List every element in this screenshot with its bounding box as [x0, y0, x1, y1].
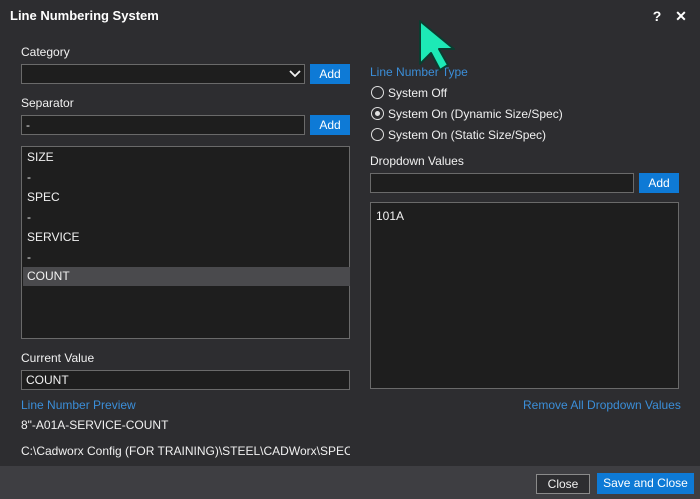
category-select[interactable]: [21, 64, 305, 84]
radio-system-off[interactable]: [371, 86, 384, 99]
mouse-cursor-icon: [419, 20, 455, 71]
radio-system-on-static[interactable]: [371, 128, 384, 141]
config-path-text: C:\Cadworx Config (FOR TRAINING)\STEEL\C…: [21, 444, 350, 458]
radio-system-on-dynamic[interactable]: [371, 107, 384, 120]
current-value-input[interactable]: COUNT: [21, 370, 350, 390]
category-label: Category: [21, 45, 70, 59]
line-number-preview-value: 8"-A01A-SERVICE-COUNT: [21, 418, 169, 432]
list-item[interactable]: -: [23, 208, 350, 227]
dropdown-value-input[interactable]: [370, 173, 634, 193]
remove-all-dropdown-values-link[interactable]: Remove All Dropdown Values: [523, 398, 681, 412]
list-item[interactable]: 101A: [372, 207, 677, 226]
list-item[interactable]: -: [23, 168, 350, 187]
dropdown-add-button[interactable]: Add: [639, 173, 679, 193]
list-item[interactable]: SPEC: [23, 188, 350, 207]
separator-label: Separator: [21, 96, 74, 110]
sequence-list[interactable]: SIZE - SPEC - SERVICE - COUNT: [21, 146, 350, 339]
category-add-button[interactable]: Add: [310, 64, 350, 84]
chevron-down-icon: [289, 70, 301, 78]
close-icon[interactable]: ✕: [671, 6, 691, 26]
dropdown-values-label: Dropdown Values: [370, 154, 464, 168]
radio-system-on-dynamic-label[interactable]: System On (Dynamic Size/Spec): [388, 107, 563, 121]
separator-add-button[interactable]: Add: [310, 115, 350, 135]
list-item-selected[interactable]: COUNT: [23, 267, 350, 286]
footer-bar: [0, 466, 700, 499]
window-title: Line Numbering System: [10, 8, 159, 23]
save-and-close-button[interactable]: Save and Close: [597, 473, 694, 494]
line-number-preview-label: Line Number Preview: [21, 398, 136, 412]
list-item[interactable]: SERVICE: [23, 228, 350, 247]
current-value-label: Current Value: [21, 351, 95, 365]
radio-system-on-static-label[interactable]: System On (Static Size/Spec): [388, 128, 546, 142]
radio-system-off-label[interactable]: System Off: [388, 86, 447, 100]
list-item[interactable]: -: [23, 248, 350, 267]
help-icon[interactable]: ?: [647, 6, 667, 26]
close-button[interactable]: Close: [536, 474, 590, 494]
separator-input[interactable]: -: [21, 115, 305, 135]
list-item[interactable]: SIZE: [23, 148, 350, 167]
dropdown-values-list[interactable]: 101A: [370, 202, 679, 389]
